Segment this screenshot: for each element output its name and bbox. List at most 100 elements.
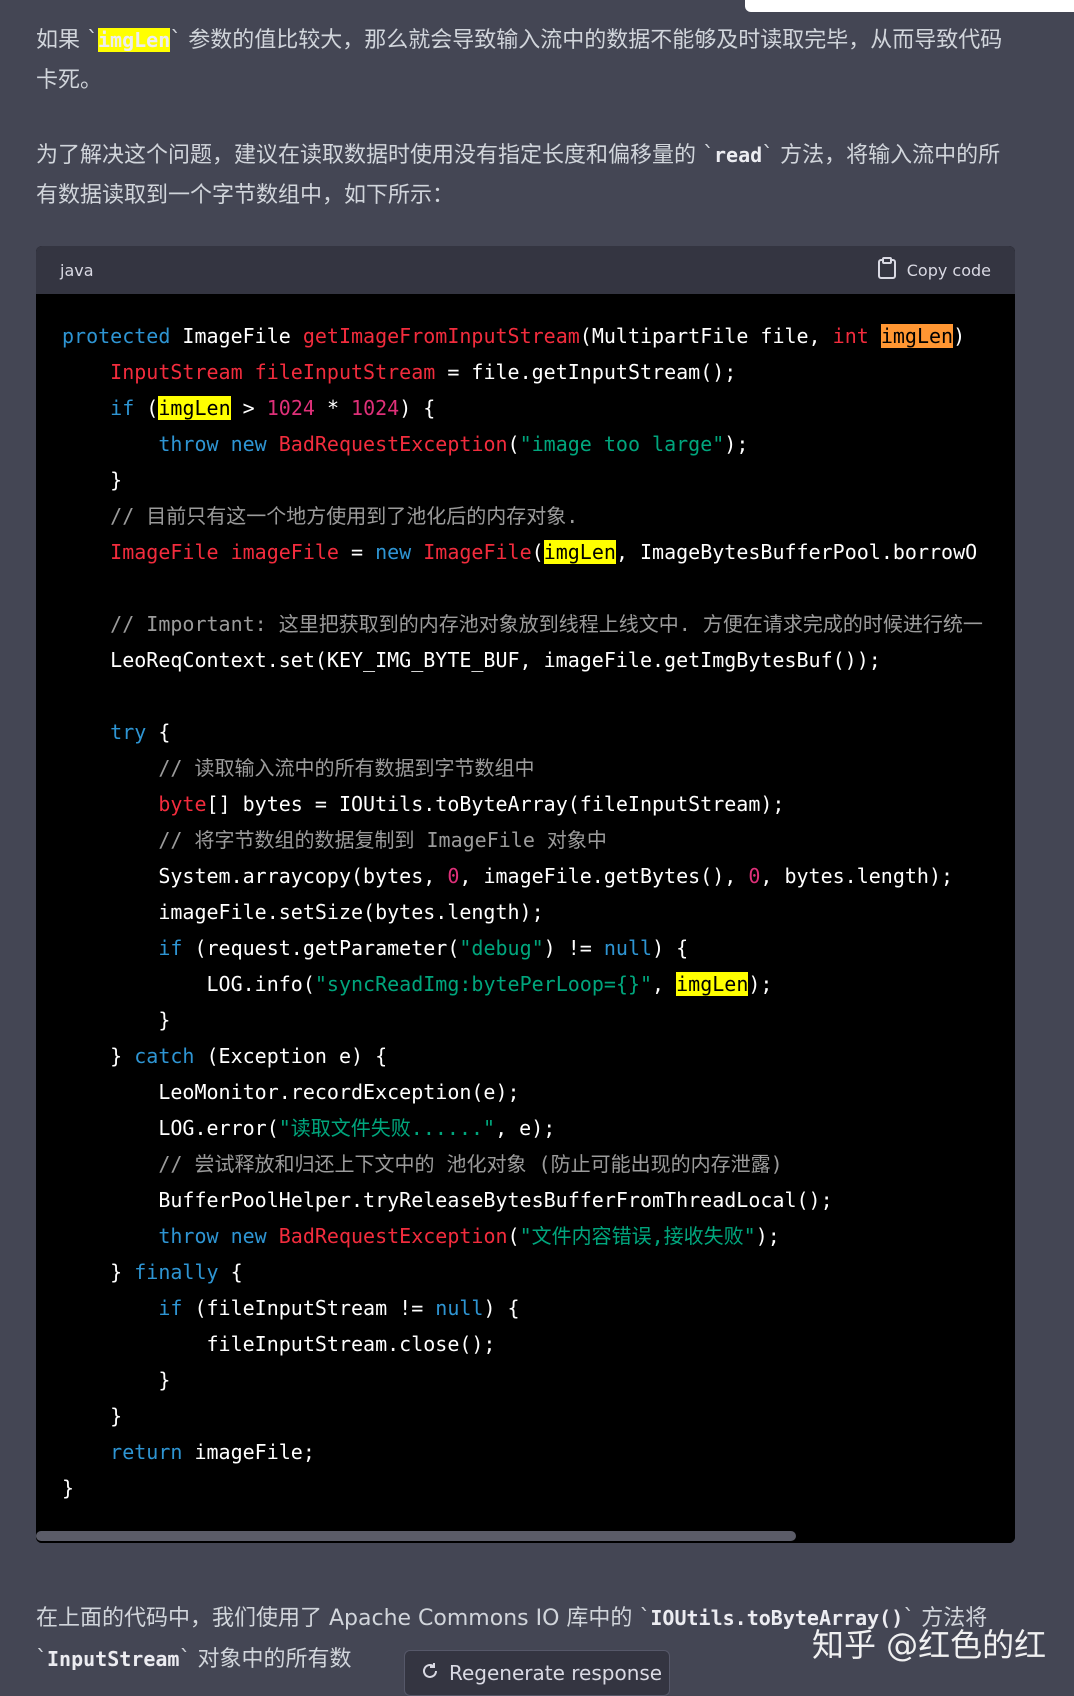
code-token: ) != [543,936,604,960]
code-line: } finally { [62,1254,1015,1290]
zhihu-watermark: 知乎 @红色的红 [812,1626,1047,1664]
p1-text-b: ` 参数的值比较大，那么就会导致输入流中的数据不能够及时读取完毕，从而导致代码卡… [36,28,1003,93]
code-line: byte[] bytes = IOUtils.toByteArray(fileI… [62,786,1015,822]
code-token: null [603,936,653,960]
code-line: if (imgLen > 1024 * 1024) { [62,390,1015,426]
code-token: imageFile; [182,1440,315,1464]
code-token: { [146,720,171,744]
code-token: ImageFile [110,540,219,564]
scrollbar-thumb[interactable] [36,1531,796,1541]
code-line: try { [62,714,1015,750]
code-line: LOG.info("syncReadImg:bytePerLoop={}", i… [62,966,1015,1002]
code-token: , ImageBytesBufferPool.borrowO [615,540,978,564]
code-token: if [158,1296,183,1320]
code-line: // 尝试释放和归还上下文中的 池化对象 (防止可能出现的内存泄露) [62,1146,1015,1182]
code-token: ); [755,1224,780,1248]
code-token: fileInputStream.close(); [62,1332,496,1356]
code-token: ( [134,396,159,420]
code-token: BufferPoolHelper.tryReleaseBytesBufferFr… [62,1188,833,1212]
code-token: "文件内容错误,接收失败" [519,1224,756,1248]
code-line: // 读取输入流中的所有数据到字节数组中 [62,750,1015,786]
code-line: throw new BadRequestException("文件内容错误,接收… [62,1218,1015,1254]
code-token: imgLen [158,396,231,420]
code-token: ( [507,432,520,456]
code-token: LeoMonitor.recordException(e); [62,1080,520,1104]
code-token: InputStream [110,360,243,384]
clipboard-icon [877,257,897,283]
code-token: finally [134,1260,219,1284]
code-line: ImageFile imageFile = new ImageFile(imgL… [62,534,1015,570]
paragraph-1: 如果 `imgLen` 参数的值比较大，那么就会导致输入流中的数据不能够及时读取… [36,20,1016,101]
code-token: // Important: 这里把获取到的内存池对象放到线程上线文中. 方便在请… [110,612,983,636]
copy-code-button[interactable]: Copy code [877,257,991,283]
code-token: protected [62,324,171,348]
code-line: LeoMonitor.recordException(e); [62,1074,1015,1110]
code-line: imageFile.setSize(bytes.length); [62,894,1015,930]
code-token: ) { [483,1296,520,1320]
code-token: = file.getInputStream(); [435,360,737,384]
code-token: ImageFile [423,540,532,564]
code-token: System.arraycopy(bytes, [62,864,448,888]
code-line: if (fileInputStream != null) { [62,1290,1015,1326]
p3-text-a: 在上面的代码中，我们使用了 Apache Commons IO 库中的 ` [36,1606,651,1631]
code-token: // 读取输入流中的所有数据到字节数组中 [158,756,535,780]
code-token: (MultipartFile file, [579,324,833,348]
code-line: } [62,462,1015,498]
code-token: (Exception e) { [194,1044,388,1068]
code-line: if (request.getParameter("debug") != nul… [62,930,1015,966]
copy-code-label: Copy code [906,260,991,280]
code-token: throw [158,1224,219,1248]
code-token: , bytes.length); [760,864,954,888]
horizontal-scrollbar[interactable] [36,1529,1015,1543]
code-token: imageFile.setSize(bytes.length); [62,900,544,924]
top-bar-edge [745,0,1074,12]
code-token: BadRequestException [278,432,508,456]
code-line: System.arraycopy(bytes, 0, imageFile.get… [62,858,1015,894]
p1-text-a: 如果 ` [36,28,98,53]
code-line: throw new BadRequestException("image too… [62,426,1015,462]
code-token: ); [724,432,749,456]
code-line: return imageFile; [62,1434,1015,1470]
code-token: * [314,396,352,420]
code-line: // Important: 这里把获取到的内存池对象放到线程上线文中. 方便在请… [62,606,1015,642]
code-token: // 将字节数组的数据复制到 ImageFile 对象中 [158,828,607,852]
code-token: [] bytes = IOUtils.toByteArray(fileInput… [206,792,785,816]
code-line: protected ImageFile getImageFromInputStr… [62,318,1015,354]
regenerate-response-button[interactable]: Regenerate response [404,1650,670,1696]
code-token: 1024 [266,396,315,420]
code-token: "读取文件失败......" [278,1116,496,1140]
code-token: 0 [447,864,460,888]
code-block-header: java Copy code [36,246,1015,294]
code-token: } [62,1260,135,1284]
code-line: } [62,1398,1015,1434]
code-token: fileInputStream [254,360,436,384]
code-token: "syncReadImg:bytePerLoop={}" [314,972,653,996]
regenerate-label: Regenerate response [449,1661,663,1685]
code-token: } [62,1476,75,1500]
code-token: null [435,1296,484,1320]
code-token: "image too large" [519,432,725,456]
code-content: protected ImageFile getImageFromInputStr… [62,318,1015,1506]
code-token: } [62,468,123,492]
code-token: imgLen [676,972,749,996]
code-token: catch [134,1044,195,1068]
code-token: imageFile [230,540,339,564]
code-token: > [230,396,267,420]
code-token: } [62,1008,171,1032]
code-line: } [62,1002,1015,1038]
code-line: BufferPoolHelper.tryReleaseBytesBufferFr… [62,1182,1015,1218]
refresh-icon [421,1661,439,1685]
code-line: } [62,1470,1015,1506]
code-token: } [62,1404,123,1428]
